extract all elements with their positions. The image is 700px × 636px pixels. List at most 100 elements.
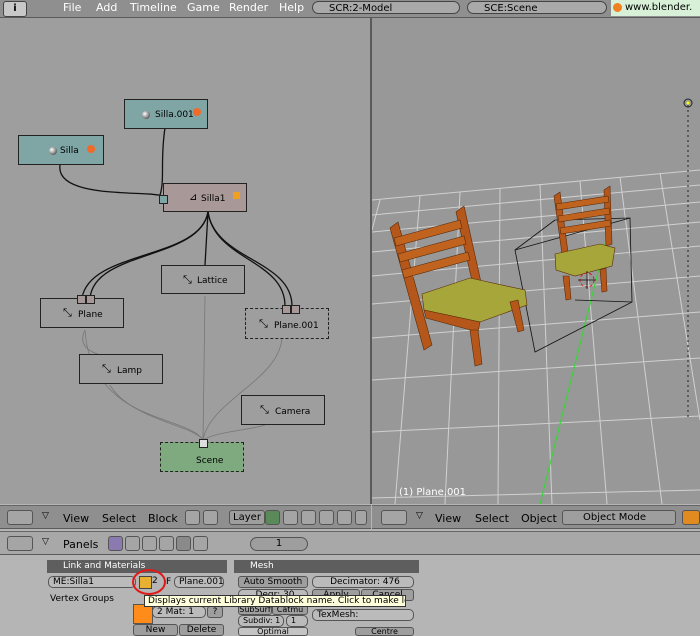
auto-smooth-toggle[interactable]: Auto Smooth: [238, 576, 308, 588]
menu-view[interactable]: View: [63, 512, 89, 525]
link-port-icon: [199, 439, 208, 448]
node-scene[interactable]: Scene: [160, 439, 244, 472]
mode-selector[interactable]: Object Mode: [562, 510, 676, 525]
3d-viewport[interactable]: (1) Plane.001: [372, 18, 700, 504]
help-label: ?: [212, 607, 218, 617]
link-port-icon: [291, 305, 300, 314]
menu-add[interactable]: Add: [96, 1, 117, 14]
material-help-button[interactable]: ?: [207, 606, 223, 618]
object-axis-icon: ⤡: [259, 317, 268, 330]
screen-selector[interactable]: SCR:2-Model: [312, 1, 460, 14]
status-dot-icon: [193, 108, 201, 116]
object-context-icon[interactable]: [159, 536, 174, 551]
subdiv-render-field[interactable]: 1: [286, 615, 308, 627]
menu-render[interactable]: Render: [229, 1, 268, 14]
oops-schematic-window[interactable]: Silla.001 Silla ⊿ Silla1 ⤡ Lattice ⤡ Pla…: [0, 18, 372, 504]
collapse-arrow-icon[interactable]: ▽: [416, 511, 423, 521]
object-name-label: (1) Plane.001: [399, 487, 467, 498]
collapse-arrow-icon[interactable]: ▽: [42, 537, 49, 547]
subdiv-render-value: 1: [291, 616, 297, 625]
node-label: Lamp: [117, 366, 143, 376]
subdiv-field[interactable]: Subdiv: 1: [238, 615, 284, 627]
menu-file[interactable]: File: [63, 1, 81, 14]
mode-label: Object Mode: [583, 512, 646, 523]
node-lamp[interactable]: ⤡ Lamp: [79, 354, 163, 384]
frame-number-field[interactable]: 1: [250, 537, 308, 551]
blender-url: www.blender.: [611, 0, 700, 16]
mesh-filter-icon[interactable]: [301, 510, 316, 525]
lamp-filter-icon[interactable]: [337, 510, 352, 525]
scene-context-icon[interactable]: [193, 536, 208, 551]
node-label: Lattice: [197, 276, 228, 286]
info-icon[interactable]: i: [3, 1, 27, 17]
zoom-icon[interactable]: [185, 510, 200, 525]
menu-view[interactable]: View: [435, 512, 461, 525]
centre-button[interactable]: Centre: [355, 627, 414, 636]
object-axis-icon: ⤡: [260, 403, 269, 416]
material-index: 2 Mat: 1: [157, 607, 195, 617]
panel-header-mesh[interactable]: Mesh: [234, 560, 419, 573]
tooltip: Displays current Library Datablock name.…: [144, 595, 406, 607]
grid-filter-icon[interactable]: [355, 510, 367, 525]
script-context-icon[interactable]: [125, 536, 140, 551]
node-camera[interactable]: ⤡ Camera: [241, 395, 325, 425]
node-silla[interactable]: Silla: [18, 135, 104, 165]
menu-game[interactable]: Game: [187, 1, 220, 14]
curve-filter-icon[interactable]: [319, 510, 334, 525]
menu-block[interactable]: Block: [148, 512, 178, 525]
menu-timeline[interactable]: Timeline: [130, 1, 177, 14]
texmesh-field[interactable]: TexMesh:: [312, 609, 414, 621]
mesh-datablock-field[interactable]: ME:Silla1: [48, 576, 136, 588]
status-square-icon: [233, 192, 240, 199]
link-port-icon: [282, 305, 291, 314]
delete-material-button[interactable]: Delete: [179, 624, 224, 636]
decimator-field[interactable]: Decimator: 476: [312, 576, 414, 588]
logic-context-icon[interactable]: [108, 536, 123, 551]
object-name-field[interactable]: Plane.001: [174, 576, 224, 588]
panel-title: Link and Materials: [63, 561, 146, 571]
node-label: Silla: [60, 146, 79, 156]
image-filter-icon[interactable]: [265, 510, 280, 525]
menu-select[interactable]: Select: [475, 512, 509, 525]
node-label: Silla1: [201, 194, 226, 204]
node-silla-001[interactable]: Silla.001: [124, 99, 208, 129]
blender-url-text: www.blender.: [625, 2, 693, 13]
pan-icon[interactable]: [203, 510, 218, 525]
delete-label: Delete: [186, 625, 217, 635]
scene-selector[interactable]: SCE:Scene: [467, 1, 607, 14]
object-filter-icon[interactable]: [283, 510, 298, 525]
chair-right: [553, 185, 616, 301]
panel-title: Mesh: [250, 561, 274, 571]
centre-label: Centre: [371, 627, 398, 636]
frame-number: 1: [275, 538, 283, 549]
menu-select[interactable]: Select: [102, 512, 136, 525]
new-material-button[interactable]: New: [133, 624, 178, 636]
panels-menu[interactable]: Panels: [63, 538, 98, 551]
object-axis-icon: ⤡: [102, 362, 111, 375]
optimal-label: Optimal: [257, 627, 289, 636]
collapse-arrow-icon[interactable]: ▽: [42, 511, 49, 521]
material-index-field[interactable]: 2 Mat: 1: [152, 606, 206, 618]
layer-toggle[interactable]: Layer: [229, 510, 265, 525]
oops-header: ▽ View Select Block Layer: [0, 505, 371, 529]
draw-type-icon[interactable]: [682, 510, 700, 525]
node-lattice[interactable]: ⤡ Lattice: [161, 265, 245, 294]
material-color-swatch[interactable]: [133, 604, 153, 624]
node-label: Silla.001: [155, 110, 194, 120]
panel-header-link-materials[interactable]: Link and Materials: [47, 560, 227, 573]
node-silla1[interactable]: ⊿ Silla1: [159, 183, 247, 212]
editing-context-icon[interactable]: [176, 536, 191, 551]
shading-context-icon[interactable]: [142, 536, 157, 551]
node-plane-001[interactable]: ⤡ Plane.001: [245, 305, 329, 339]
menu-help[interactable]: Help: [279, 1, 304, 14]
view-type-icon[interactable]: [381, 510, 407, 525]
menu-object[interactable]: Object: [521, 512, 557, 525]
screen-name: SCR:2-Model: [329, 3, 393, 14]
buttons-window-icon[interactable]: [7, 536, 33, 551]
status-dot-icon: [87, 145, 95, 153]
fake-user-label[interactable]: F: [166, 577, 171, 587]
optimal-toggle[interactable]: Optimal: [238, 627, 308, 636]
node-plane[interactable]: ⤡ Plane: [40, 295, 124, 328]
window-type-icon[interactable]: [7, 510, 33, 525]
object-axis-icon: ⊿: [189, 192, 198, 203]
